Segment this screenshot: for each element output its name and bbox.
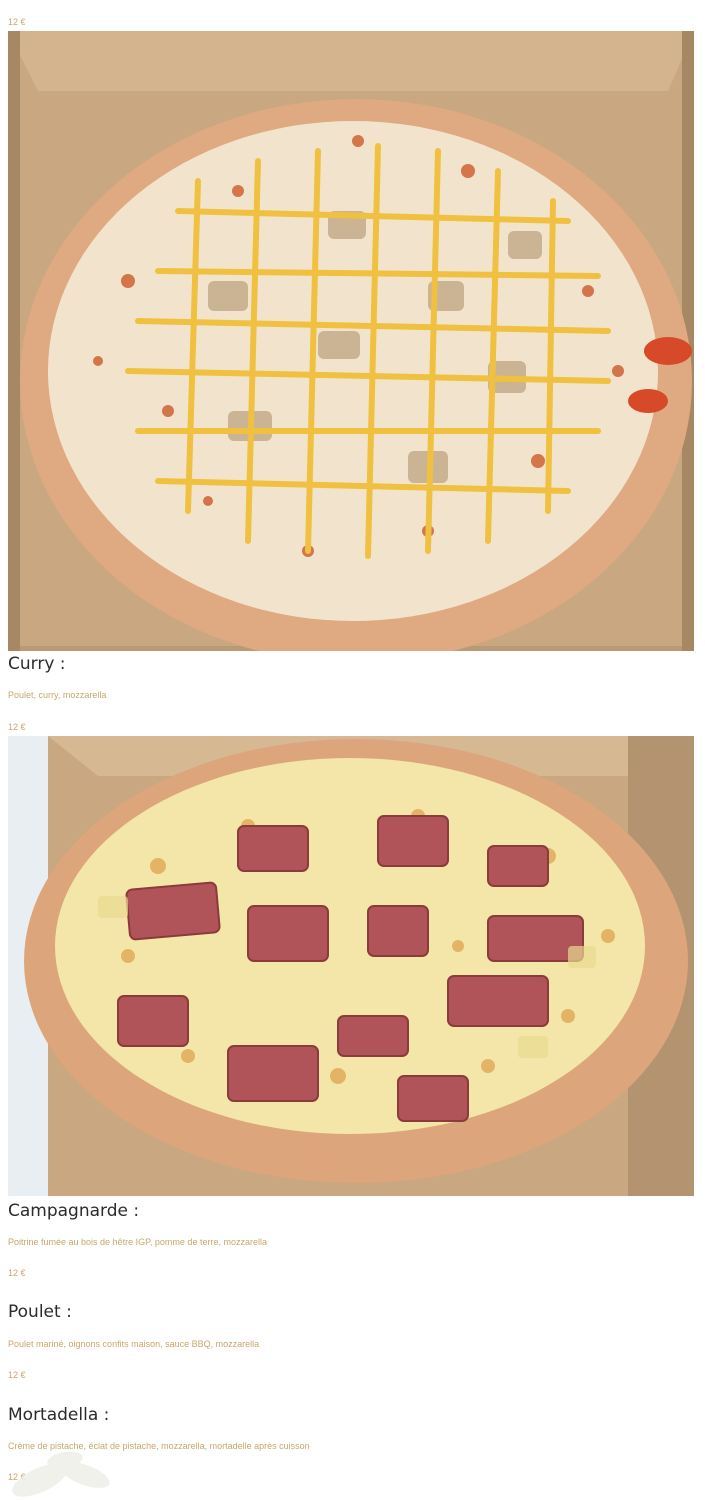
price-curry: 12 €	[8, 722, 26, 732]
pizza-photo-curry	[8, 31, 694, 651]
pizza-name-campagnarde: Campagnarde :	[8, 1201, 140, 1221]
pizza-ingredients-poulet: Poulet mariné, oignons confits maison, s…	[8, 1339, 260, 1349]
pizza-name-mortadella: Mortadella :	[8, 1405, 110, 1425]
pizza-ingredients-curry: Poulet, curry, mozzarella	[8, 690, 107, 700]
pizza-photo-campagnarde	[8, 736, 694, 1196]
price-poulet: 12 €	[8, 1370, 26, 1380]
leaf-watermark-icon	[0, 1430, 140, 1500]
pizza-ingredients-campagnarde: Poitrine fumée au bois de hêtre IGP, pom…	[8, 1237, 267, 1247]
pizza-name-poulet: Poulet :	[8, 1302, 72, 1322]
price-campagnarde: 12 €	[8, 1268, 26, 1278]
price-top: 12 €	[8, 17, 26, 27]
pizza-name-curry: Curry :	[8, 654, 66, 674]
